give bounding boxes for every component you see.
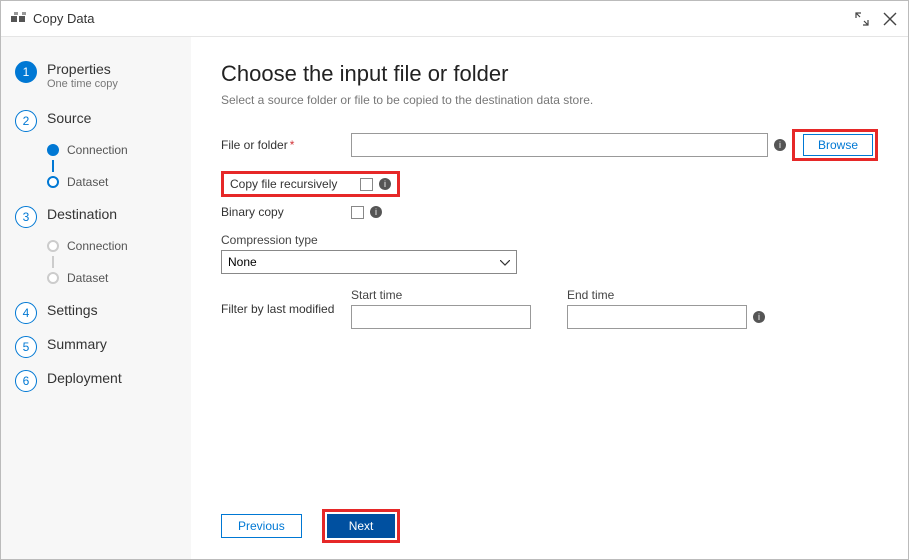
page-title: Choose the input file or folder — [221, 61, 878, 87]
substep-label: Dataset — [67, 271, 108, 285]
connector-line — [52, 256, 54, 268]
step-sublabel: One time copy — [47, 78, 118, 90]
substep-dot-icon — [47, 144, 59, 156]
source-substeps: Connection Dataset — [41, 140, 191, 192]
binary-row: Binary copy i — [221, 205, 878, 219]
substep-label: Connection — [67, 239, 128, 253]
dialog-body: 1 Properties One time copy 2 Source Conn… — [1, 37, 908, 559]
close-icon[interactable] — [882, 11, 898, 27]
dest-substeps: Connection Dataset — [41, 236, 191, 288]
window-title: Copy Data — [33, 11, 842, 26]
binary-label: Binary copy — [221, 205, 351, 219]
wizard-sidebar: 1 Properties One time copy 2 Source Conn… — [1, 37, 191, 559]
step-destination[interactable]: 3 Destination — [1, 200, 191, 234]
info-icon[interactable]: i — [379, 178, 391, 190]
substep-label: Connection — [67, 143, 128, 157]
step-label: Settings — [47, 302, 98, 318]
substep-dot-icon — [47, 240, 59, 252]
recursive-highlight: Copy file recursively i — [221, 171, 400, 197]
recursive-label: Copy file recursively — [230, 177, 360, 191]
step-label: Properties — [47, 61, 118, 77]
binary-checkbox[interactable] — [351, 206, 364, 219]
step-badge: 2 — [15, 110, 37, 132]
recursive-checkbox[interactable] — [360, 178, 373, 191]
end-time-label: End time — [567, 288, 765, 302]
step-properties[interactable]: 1 Properties One time copy — [1, 55, 191, 96]
info-icon[interactable]: i — [774, 139, 786, 151]
info-icon[interactable]: i — [753, 311, 765, 323]
start-time-group: Start time — [351, 288, 531, 329]
browse-button[interactable]: Browse — [803, 134, 873, 156]
expand-icon[interactable] — [854, 11, 870, 27]
step-label: Summary — [47, 336, 107, 352]
compression-group: Compression type None — [221, 233, 878, 274]
step-settings[interactable]: 4 Settings — [1, 296, 191, 330]
compression-select[interactable]: None — [221, 250, 517, 274]
substep-dot-icon — [47, 272, 59, 284]
filter-label: Filter by last modified — [221, 302, 351, 316]
previous-button[interactable]: Previous — [221, 514, 302, 538]
step-summary[interactable]: 5 Summary — [1, 330, 191, 364]
page-subtitle: Select a source folder or file to be cop… — [221, 93, 878, 107]
compression-value: None — [228, 255, 257, 269]
chevron-down-icon — [500, 255, 510, 269]
connector-line — [52, 160, 54, 172]
substep-connection[interactable]: Connection — [41, 140, 191, 160]
footer: Previous Next — [221, 499, 878, 543]
compression-label: Compression type — [221, 233, 878, 247]
substep-connection[interactable]: Connection — [41, 236, 191, 256]
file-folder-row: File or folder* i Browse — [221, 129, 878, 161]
end-time-group: End time i — [567, 288, 765, 329]
step-source[interactable]: 2 Source — [1, 104, 191, 138]
start-time-input[interactable] — [351, 305, 531, 329]
next-highlight: Next — [322, 509, 401, 543]
start-time-label: Start time — [351, 288, 531, 302]
step-badge: 4 — [15, 302, 37, 324]
step-badge: 5 — [15, 336, 37, 358]
step-badge: 1 — [15, 61, 37, 83]
next-button[interactable]: Next — [327, 514, 396, 538]
step-label: Source — [47, 110, 91, 126]
end-time-input[interactable] — [567, 305, 747, 329]
filter-row: Filter by last modified Start time End t… — [221, 288, 878, 329]
substep-dot-icon — [47, 176, 59, 188]
step-badge: 3 — [15, 206, 37, 228]
info-icon[interactable]: i — [370, 206, 382, 218]
file-folder-input[interactable] — [351, 133, 768, 157]
titlebar: Copy Data — [1, 1, 908, 37]
copy-data-icon — [11, 12, 27, 26]
browse-highlight: Browse — [792, 129, 878, 161]
step-label: Deployment — [47, 370, 122, 386]
main-panel: Choose the input file or folder Select a… — [191, 37, 908, 559]
recursive-row-wrapper: Copy file recursively i — [221, 171, 878, 197]
substep-dataset[interactable]: Dataset — [41, 268, 191, 288]
step-badge: 6 — [15, 370, 37, 392]
file-folder-label: File or folder* — [221, 138, 351, 152]
step-deployment[interactable]: 6 Deployment — [1, 364, 191, 398]
substep-dataset[interactable]: Dataset — [41, 172, 191, 192]
substep-label: Dataset — [67, 175, 108, 189]
step-label: Destination — [47, 206, 117, 222]
